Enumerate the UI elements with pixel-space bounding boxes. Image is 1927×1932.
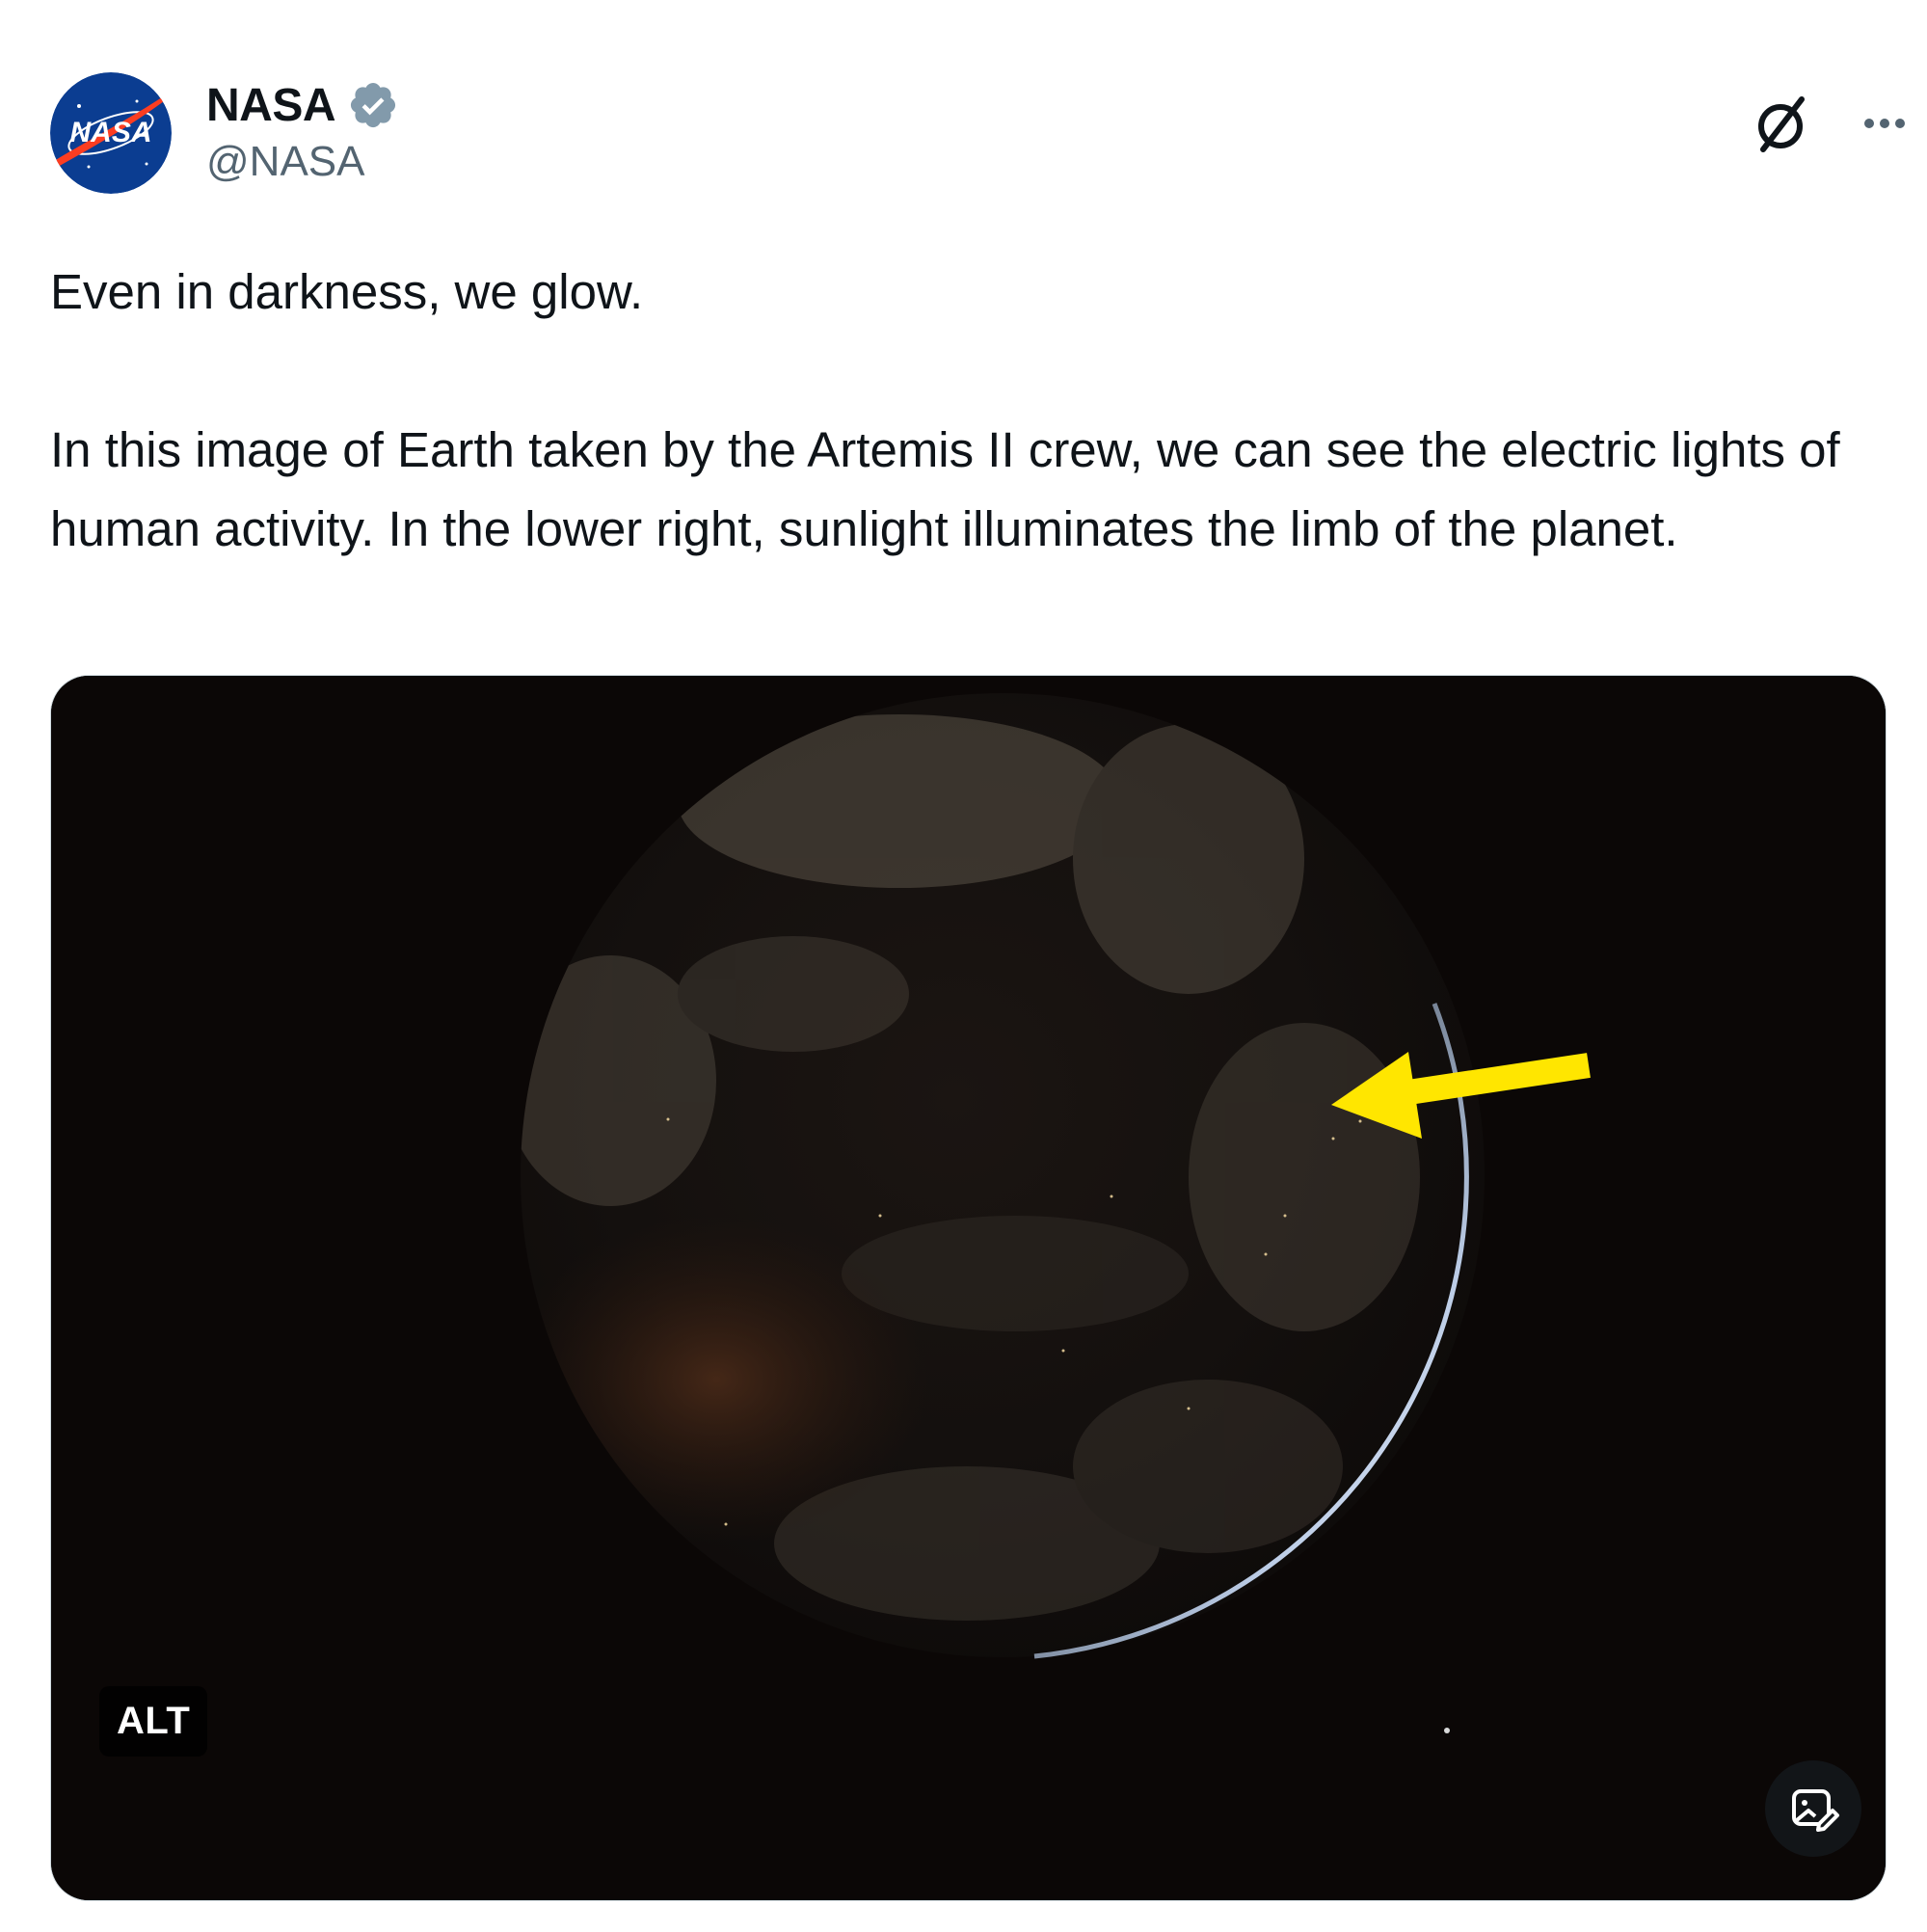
- image-edit-icon[interactable]: [1765, 1760, 1861, 1857]
- tweet-header: NASA NASA @NASA: [50, 72, 1905, 198]
- tweet-text-paragraph-2: In this image of Earth taken by the Arte…: [50, 422, 1840, 556]
- grok-icon[interactable]: [1742, 82, 1825, 165]
- verified-badge-icon: [350, 82, 396, 128]
- more-options-icon[interactable]: [1843, 82, 1926, 165]
- user-handle[interactable]: @NASA: [206, 138, 399, 186]
- tweet-media[interactable]: ALT: [50, 675, 1887, 1901]
- avatar[interactable]: NASA: [50, 72, 172, 194]
- tweet-text: Even in darkness, we glow. In this image…: [50, 253, 1862, 569]
- nasa-logo-text: NASA: [69, 117, 151, 148]
- alt-badge[interactable]: ALT: [99, 1686, 208, 1757]
- earth-photo: [51, 676, 1886, 1900]
- display-name[interactable]: NASA: [206, 79, 336, 132]
- tweet-text-line-1: Even in darkness, we glow.: [50, 264, 644, 319]
